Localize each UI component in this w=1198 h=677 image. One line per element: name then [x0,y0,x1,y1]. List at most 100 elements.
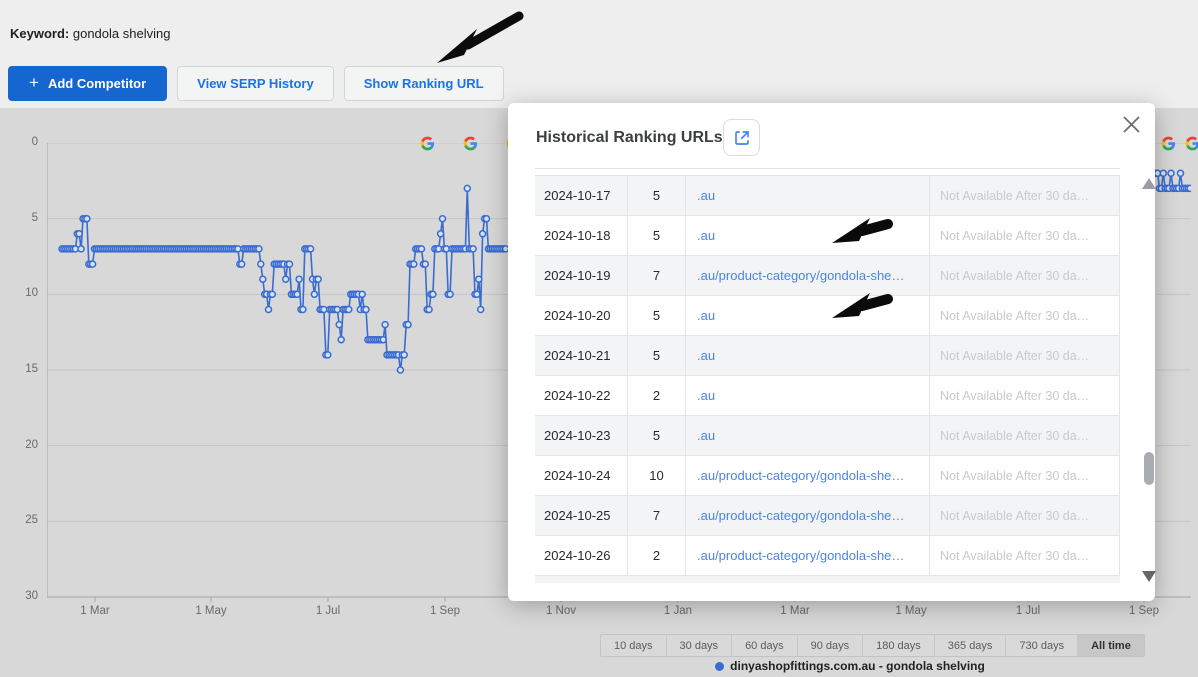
cell-date: 2024-10-22 [535,376,628,415]
google-g-icon[interactable] [1161,136,1176,151]
table-row: 2024-10-185.auNot Available After 30 da… [535,216,1120,256]
show-ranking-url-button[interactable]: Show Ranking URL [344,66,504,101]
y-tick-label: 10 [0,287,38,299]
cell-note: Not Available After 30 da… [930,296,1120,335]
range-button-730-days[interactable]: 730 days [1006,635,1078,656]
cell-date: 2024-10-21 [535,336,628,375]
modal-title: Historical Ranking URLs [536,129,723,147]
cell-note: Not Available After 30 da… [930,336,1120,375]
ranking-urls-table: 2024-10-175.auNot Available After 30 da…… [535,168,1120,583]
ranking-url-link[interactable]: .au [686,416,930,455]
page-header: Keyword: gondola shelving + Add Competit… [0,0,1198,108]
x-tick-label: 1 May [881,605,941,617]
table-row: 2024-10-222.auNot Available After 30 da… [535,376,1120,416]
range-button-90-days[interactable]: 90 days [798,635,864,656]
toolbar: + Add Competitor View SERP History Show … [8,66,504,101]
ranking-url-link[interactable]: .au/product-category/gondola-she… [686,256,930,295]
y-tick-label: 5 [0,212,38,224]
range-button-30-days[interactable]: 30 days [667,635,733,656]
cell-rank: 5 [628,336,686,375]
scrollbar-down-arrow[interactable] [1142,571,1156,582]
time-range-selector: 10 days30 days60 days90 days180 days365 … [600,634,1145,657]
cell-rank: 7 [628,496,686,535]
cell-note: Not Available After 30 da… [930,216,1120,255]
x-tick-label: 1 Jul [298,605,358,617]
close-icon[interactable] [1120,113,1142,135]
cell-rank: 7 [628,256,686,295]
view-serp-history-label: View SERP History [197,76,314,91]
google-g-icon[interactable] [1185,136,1198,151]
external-link-icon [733,129,751,147]
cell-date: 2024-10-24 [535,456,628,495]
scrollbar-thumb[interactable] [1144,452,1154,485]
cell-note: Not Available After 30 da… [930,416,1120,455]
x-tick-label: 1 May [181,605,241,617]
range-button-365-days[interactable]: 365 days [935,635,1007,656]
add-competitor-label: Add Competitor [48,76,146,91]
scrollbar-up-arrow[interactable] [1142,178,1156,189]
x-tick-label: 1 Sep [1114,605,1174,617]
cell-date: 2024-10-19 [535,256,628,295]
cell-date: 2024-10-20 [535,296,628,335]
ranking-url-link[interactable]: .au/product-category/gondola-she… [686,456,930,495]
ranking-url-link[interactable]: .au [686,376,930,415]
table-row: 2024-10-205.auNot Available After 30 da… [535,296,1120,336]
y-tick-label: 25 [0,514,38,526]
range-button-60-days[interactable]: 60 days [732,635,798,656]
x-tick-label: 1 Jul [998,605,1058,617]
cell-date: 2024-10-18 [535,216,628,255]
cell-rank: 10 [628,456,686,495]
ranking-url-link[interactable]: .au [686,176,930,215]
cell-rank: 2 [628,536,686,575]
plus-icon: + [29,73,39,93]
view-serp-history-button[interactable]: View SERP History [177,66,334,101]
x-tick-label: 1 Mar [765,605,825,617]
table-row: 2024-10-175.auNot Available After 30 da… [535,176,1120,216]
cell-rank: 2 [628,376,686,415]
ranking-url-link[interactable]: .au [686,336,930,375]
range-button-10-days[interactable]: 10 days [601,635,667,656]
ranking-url-link[interactable]: .au/product-category/gondola-she… [686,536,930,575]
cell-date: 2024-10-26 [535,536,628,575]
google-g-icon[interactable] [463,136,478,151]
add-competitor-button[interactable]: + Add Competitor [8,66,167,101]
ranking-url-link[interactable]: .au [686,216,930,255]
ranking-url-link[interactable]: .au [686,296,930,335]
cell-rank: 5 [628,296,686,335]
cell-note: Not Available After 30 da… [930,456,1120,495]
keyword-line: Keyword: gondola shelving [10,26,170,41]
y-tick-label: 0 [0,136,38,148]
show-ranking-url-label: Show Ranking URL [364,76,484,91]
cell-note: Not Available After 30 da… [930,376,1120,415]
modal-header: Historical Ranking URLs [508,103,1155,168]
cell-note: Not Available After 30 da… [930,536,1120,575]
x-tick-label: 1 Sep [415,605,475,617]
table-row: 2024-10-2410.au/product-category/gondola… [535,456,1120,496]
range-button-all-time[interactable]: All time [1078,635,1144,656]
x-tick-label: 1 Jan [648,605,708,617]
cell-date: 2024-10-25 [535,496,628,535]
x-tick-label: 1 Nov [531,605,591,617]
cell-rank: 5 [628,416,686,455]
range-button-180-days[interactable]: 180 days [863,635,935,656]
cell-note: Not Available After 30 da… [930,176,1120,215]
cell-date: 2024-10-23 [535,416,628,455]
open-in-new-tab-button[interactable] [723,119,760,156]
table-row-partial [535,576,1120,583]
keyword-label: Keyword: [10,26,69,41]
cell-rank: 5 [628,176,686,215]
table-row: 2024-10-257.au/product-category/gondola-… [535,496,1120,536]
chart-legend: dinyashopfittings.com.au - gondola shelv… [600,659,1100,673]
table-row: 2024-10-262.au/product-category/gondola-… [535,536,1120,576]
cell-rank: 5 [628,216,686,255]
cell-note: Not Available After 30 da… [930,496,1120,535]
y-tick-label: 30 [0,590,38,602]
x-tick-label: 1 Mar [65,605,125,617]
table-row: 2024-10-235.auNot Available After 30 da… [535,416,1120,456]
table-row: 2024-10-197.au/product-category/gondola-… [535,256,1120,296]
ranking-url-link[interactable]: .au/product-category/gondola-she… [686,496,930,535]
table-row-partial [535,169,1120,176]
table-row: 2024-10-215.auNot Available After 30 da… [535,336,1120,376]
cell-date: 2024-10-17 [535,176,628,215]
google-g-icon[interactable] [420,136,435,151]
